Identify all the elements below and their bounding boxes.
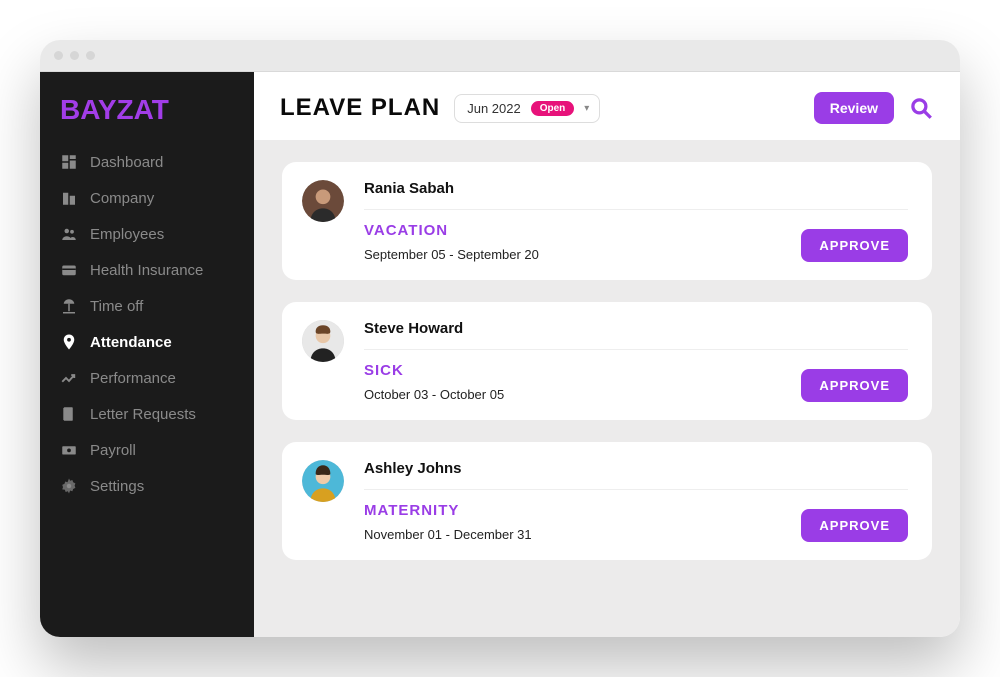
leave-type: MATERNITY — [364, 502, 801, 519]
sidebar-item-time-off[interactable]: Time off — [40, 288, 254, 324]
brand-logo: BAYZAT — [40, 94, 254, 144]
sidebar-item-label: Dashboard — [90, 154, 163, 171]
sidebar-item-health-insurance[interactable]: Health Insurance — [40, 252, 254, 288]
person-name: Rania Sabah — [364, 180, 908, 210]
sidebar-item-label: Health Insurance — [90, 262, 203, 279]
company-icon — [60, 189, 78, 207]
approve-button[interactable]: APPROVE — [801, 229, 908, 262]
settings-icon — [60, 477, 78, 495]
health-icon — [60, 261, 78, 279]
leave-dates: October 03 - October 05 — [364, 387, 801, 402]
leave-request-card: Rania Sabah VACATION September 05 - Sept… — [282, 162, 932, 280]
leave-request-card: Ashley Johns MATERNITY November 01 - Dec… — [282, 442, 932, 560]
main: LEAVE PLAN Jun 2022 Open ▾ Review — [254, 72, 960, 637]
sidebar-item-payroll[interactable]: Payroll — [40, 432, 254, 468]
sidebar-item-performance[interactable]: Performance — [40, 360, 254, 396]
window-titlebar — [40, 40, 960, 72]
leave-dates: September 05 - September 20 — [364, 247, 801, 262]
window-dot — [86, 51, 95, 60]
sidebar-item-label: Employees — [90, 226, 164, 243]
avatar — [302, 320, 344, 362]
leave-type: SICK — [364, 362, 801, 379]
header: LEAVE PLAN Jun 2022 Open ▾ Review — [254, 72, 960, 140]
sidebar-item-dashboard[interactable]: Dashboard — [40, 144, 254, 180]
page-title: LEAVE PLAN — [280, 94, 440, 122]
leave-type: VACATION — [364, 222, 801, 239]
nav: Dashboard Company Employees — [40, 144, 254, 504]
sidebar-item-company[interactable]: Company — [40, 180, 254, 216]
review-button[interactable]: Review — [814, 92, 894, 124]
status-badge: Open — [531, 101, 575, 116]
avatar — [302, 460, 344, 502]
sidebar-item-label: Payroll — [90, 442, 136, 459]
chevron-down-icon: ▾ — [584, 103, 589, 114]
window-dot — [54, 51, 63, 60]
period-dropdown[interactable]: Jun 2022 Open ▾ — [454, 94, 600, 123]
window-dot — [70, 51, 79, 60]
sidebar-item-label: Settings — [90, 478, 144, 495]
sidebar-item-label: Attendance — [90, 334, 172, 351]
sidebar-item-attendance[interactable]: Attendance — [40, 324, 254, 360]
attendance-icon — [60, 333, 78, 351]
sidebar-item-letter-requests[interactable]: Letter Requests — [40, 396, 254, 432]
period-label: Jun 2022 — [467, 101, 521, 116]
dashboard-icon — [60, 153, 78, 171]
performance-icon — [60, 369, 78, 387]
person-name: Steve Howard — [364, 320, 908, 350]
avatar — [302, 180, 344, 222]
payroll-icon — [60, 441, 78, 459]
employees-icon — [60, 225, 78, 243]
leave-request-card: Steve Howard SICK October 03 - October 0… — [282, 302, 932, 420]
sidebar-item-label: Performance — [90, 370, 176, 387]
sidebar-item-settings[interactable]: Settings — [40, 468, 254, 504]
letter-icon — [60, 405, 78, 423]
sidebar-item-label: Company — [90, 190, 154, 207]
content: Rania Sabah VACATION September 05 - Sept… — [254, 140, 960, 582]
sidebar-item-label: Letter Requests — [90, 406, 196, 423]
sidebar: BAYZAT Dashboard Company — [40, 72, 254, 637]
sidebar-item-employees[interactable]: Employees — [40, 216, 254, 252]
app-window: BAYZAT Dashboard Company — [40, 40, 960, 637]
search-icon[interactable] — [908, 95, 934, 121]
leave-dates: November 01 - December 31 — [364, 527, 801, 542]
person-name: Ashley Johns — [364, 460, 908, 490]
timeoff-icon — [60, 297, 78, 315]
app-body: BAYZAT Dashboard Company — [40, 72, 960, 637]
approve-button[interactable]: APPROVE — [801, 369, 908, 402]
approve-button[interactable]: APPROVE — [801, 509, 908, 542]
sidebar-item-label: Time off — [90, 298, 143, 315]
